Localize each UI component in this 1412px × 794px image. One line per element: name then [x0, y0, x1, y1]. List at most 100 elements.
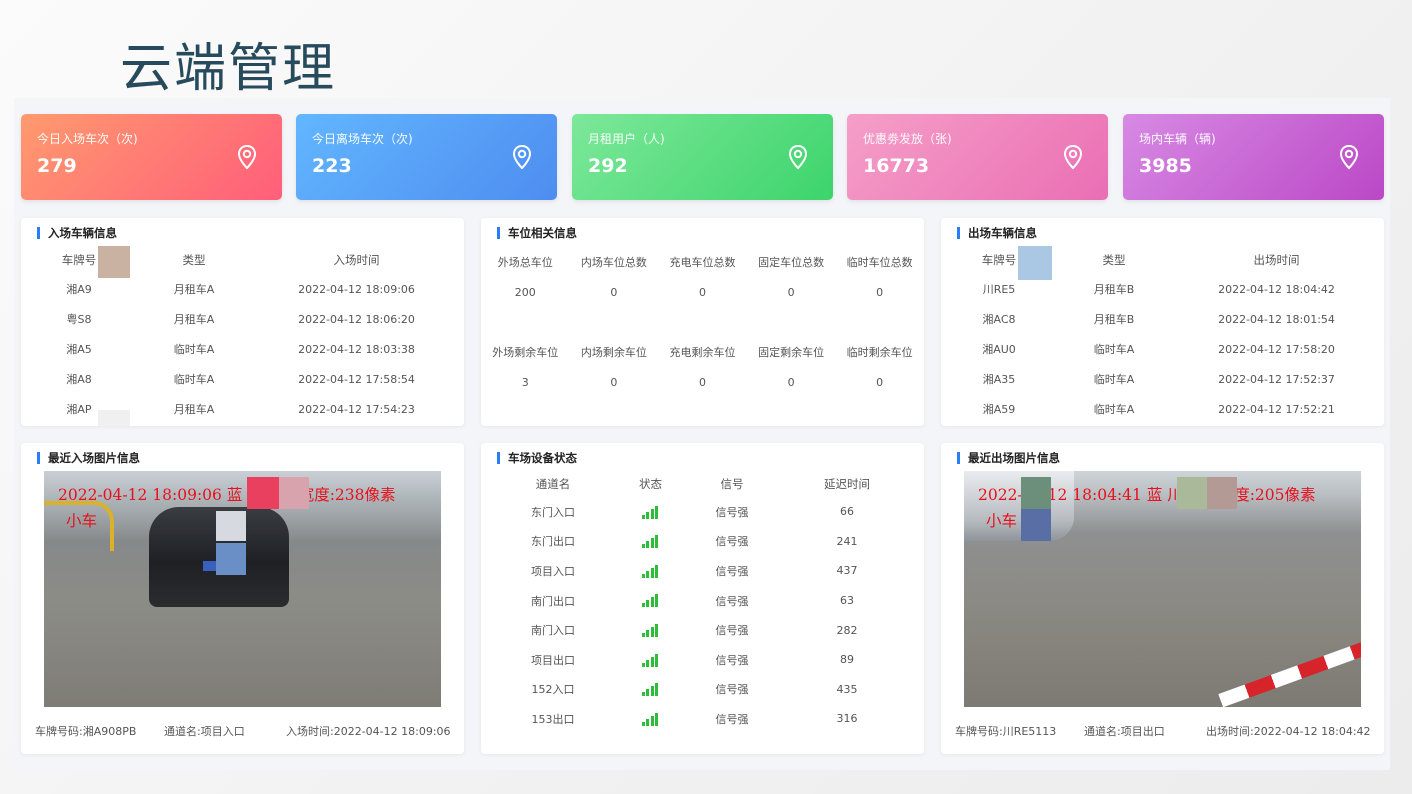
channel-cell: 东门入口: [531, 505, 576, 519]
stat-card-today-exits[interactable]: 今日离场车次（次) 223: [296, 114, 557, 200]
table-row[interactable]: 湘A5 临时车A 2022-04-12 18:03:38: [29, 334, 454, 364]
panel-title: 最近入场图片信息: [37, 452, 140, 464]
privacy-mask: [216, 543, 246, 575]
slide-title: 云端管理: [120, 39, 337, 99]
latency-cell: 89: [840, 653, 855, 667]
type-cell: 临时车A: [1093, 403, 1135, 416]
table-row[interactable]: 东门出口 信号强 241: [489, 527, 914, 557]
time-cell: 2022-04-12 18:03:38: [298, 342, 415, 356]
time-caption: 入场时间:2022-04-12 18:09:06: [286, 725, 451, 738]
car-image: [964, 471, 1074, 541]
signal-cell: 信号强: [715, 683, 749, 697]
stat-card-monthly-users[interactable]: 月租用户（人) 292: [572, 114, 833, 200]
signal-cell: 信号强: [715, 653, 749, 667]
panel-title: 最近出场图片信息: [957, 452, 1060, 464]
channel-cell: 153出口: [531, 712, 575, 726]
camera-overlay-text: 2022-04-12 18:09:06 蓝 湘 车牌宽度:238像素: [58, 486, 396, 504]
table-row[interactable]: 湘A8 临时车A 2022-04-12 17:58:54: [29, 364, 454, 394]
status-cell: [617, 497, 684, 527]
privacy-mask: [1021, 477, 1051, 509]
signal-cell: 信号强: [715, 535, 749, 549]
signal-cell: 信号强: [715, 712, 749, 726]
column-header: 类型: [182, 253, 206, 267]
table-row[interactable]: 湘AC8 月租车B 2022-04-12 18:01:54: [949, 304, 1374, 334]
stat-label: 月租用户（人): [588, 132, 665, 146]
exit-photo-panel: 最近出场图片信息 2022-04-12 18:04:41 蓝 川 车牌宽度:20…: [941, 443, 1384, 754]
time-cell: 2022-04-12 17:58:20: [1218, 342, 1335, 356]
space-value: 0: [876, 376, 884, 389]
table-row[interactable]: 川RE5 月租车B 2022-04-12 18:04:42: [949, 274, 1374, 304]
table-row[interactable]: 粤S8 月租车A 2022-04-12 18:06:20: [29, 304, 454, 334]
entry-vehicles-panel: 入场车辆信息 车牌号 类型 入场时间 湘A9 月租车A 2022-04-12 18:…: [21, 218, 464, 426]
table-row[interactable]: 湘A59 临时车A 2022-04-12 17:52:21: [949, 394, 1374, 424]
channel-caption: 通道名:项目入口: [164, 725, 245, 738]
space-value: 0: [610, 376, 618, 389]
space-grid: 外场总车位 内场车位总数 充电车位总数 固定车位总数 临时车位总数 200 0 …: [481, 248, 924, 398]
table-row[interactable]: 项目出口 信号强 89: [489, 645, 914, 675]
space-header: 外场总车位: [497, 256, 553, 269]
table-row[interactable]: 湘A35 临时车A 2022-04-12 17:52:37: [949, 364, 1374, 394]
panel-title: 车场设备状态: [497, 452, 577, 464]
status-cell: [617, 527, 684, 557]
table-row[interactable]: 湘AU0 临时车A 2022-04-12 17:58:20: [949, 334, 1374, 364]
stat-label: 今日离场车次（次): [312, 132, 413, 146]
table-row[interactable]: 项目入口 信号强 437: [489, 556, 914, 586]
stat-value: 292: [588, 155, 628, 177]
type-cell: 月租车B: [1093, 313, 1135, 326]
panel-title: 出场车辆信息: [957, 227, 1037, 239]
space-value: 200: [514, 286, 536, 299]
space-value: 0: [610, 286, 618, 299]
space-value: 0: [876, 286, 884, 299]
table-row[interactable]: 湘A9 月租车A 2022-04-12 18:09:06: [29, 274, 454, 304]
time-cell: 2022-04-12 18:04:42: [1218, 282, 1335, 296]
time-cell: 2022-04-12 18:01:54: [1218, 312, 1335, 326]
space-header: 临时车位总数: [846, 256, 913, 269]
time-cell: 2022-04-12 17:52:37: [1218, 372, 1335, 386]
time-cell: 2022-04-12 18:09:06: [298, 282, 415, 296]
status-cell: [617, 675, 684, 705]
signal-cell: 信号强: [715, 594, 749, 608]
signal-bars-icon: [641, 505, 660, 519]
status-cell: [617, 586, 684, 616]
signal-cell: 信号强: [715, 624, 749, 638]
privacy-mask: [98, 410, 130, 426]
table-row[interactable]: 153出口 信号强 316: [489, 704, 914, 734]
time-caption: 出场时间:2022-04-12 18:04:42: [1206, 725, 1371, 738]
time-cell: 2022-04-12 17:54:23: [298, 402, 415, 416]
stat-card-today-entries[interactable]: 今日入场车次（次) 279: [21, 114, 282, 200]
stat-card-vehicles-inside[interactable]: 场内车辆（辆) 3985: [1123, 114, 1384, 200]
latency-cell: 66: [840, 505, 855, 519]
space-header: 充电剩余车位: [669, 346, 736, 359]
type-cell: 月租车A: [173, 403, 215, 416]
plate-cell: 湘A8: [66, 373, 92, 386]
table-row[interactable]: 南门入口 信号强 282: [489, 615, 914, 645]
exit-camera-image[interactable]: 2022-04-12 18:04:41 蓝 川 车牌宽度:205像素 小车: [964, 471, 1361, 707]
stat-label: 今日入场车次（次): [37, 132, 138, 146]
latency-cell: 241: [836, 534, 858, 548]
privacy-mask: [1177, 477, 1207, 509]
signal-bars-icon: [641, 564, 660, 578]
signal-bars-icon: [641, 594, 660, 608]
plate-cell: 湘A9: [66, 283, 92, 296]
type-cell: 月租车A: [173, 283, 215, 296]
table-row[interactable]: 东门入口 信号强 66: [489, 497, 914, 527]
plate-cell: 湘AC8: [982, 313, 1016, 326]
table-row[interactable]: 152入口 信号强 435: [489, 675, 914, 705]
dashboard: 今日入场车次（次) 279 今日离场车次（次) 223 月租用户（人) 292 …: [14, 98, 1390, 770]
stat-card-coupons[interactable]: 优惠劵发放（张) 16773: [847, 114, 1108, 200]
space-value: 0: [698, 286, 706, 299]
column-header: 通道名: [535, 477, 571, 491]
status-cell: [617, 645, 684, 675]
latency-cell: 435: [836, 682, 858, 696]
table-row[interactable]: 南门出口 信号强 63: [489, 586, 914, 616]
space-header: 固定剩余车位: [758, 346, 825, 359]
space-value: 0: [787, 376, 795, 389]
stat-value: 16773: [863, 155, 930, 177]
table-row[interactable]: 湘AP 月租车A 2022-04-12 17:54:23: [29, 394, 454, 424]
status-cell: [617, 556, 684, 586]
signal-bars-icon: [641, 712, 660, 726]
column-header: 延迟时间: [824, 477, 871, 491]
entry-camera-image[interactable]: 2022-04-12 18:09:06 蓝 湘 车牌宽度:238像素 小车: [44, 471, 441, 707]
privacy-mask: [247, 477, 279, 509]
privacy-mask: [216, 511, 246, 541]
